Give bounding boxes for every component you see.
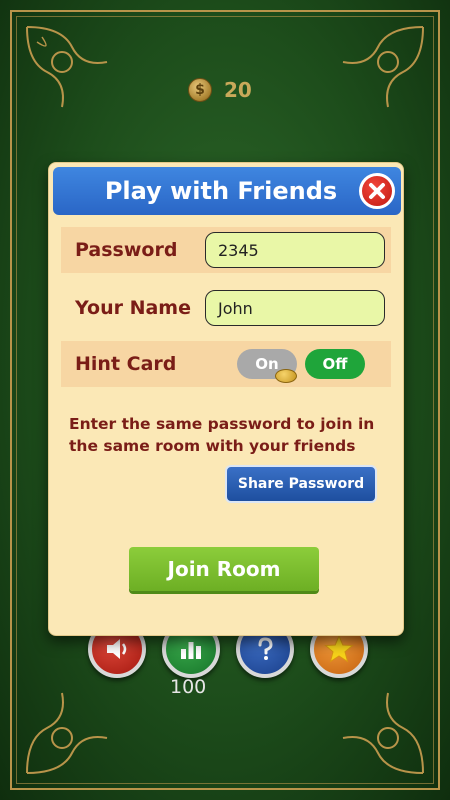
join-room-button[interactable]: Join Room (129, 547, 319, 591)
hint-card-label: Hint Card (75, 353, 177, 375)
dialog-title: Play with Friends (104, 177, 338, 205)
coin-icon (275, 369, 297, 383)
stats-count: 100 (170, 676, 207, 698)
instructions-text: Enter the same password to join in the s… (69, 415, 375, 455)
star-icon (324, 634, 354, 663)
password-field[interactable]: 2345 (205, 232, 385, 268)
password-row: Password 2345 (61, 227, 391, 273)
name-row: Your Name John (61, 285, 391, 331)
ornament-corner-icon (342, 26, 424, 108)
ornament-corner-icon (342, 692, 424, 774)
stats-icon (181, 642, 201, 659)
share-password-button[interactable]: Share Password (225, 465, 377, 503)
password-label: Password (75, 239, 178, 261)
hint-off-toggle[interactable]: Off (305, 349, 365, 379)
help-icon (258, 637, 273, 660)
coin-icon: $ (188, 78, 212, 102)
close-icon (369, 183, 385, 199)
coin-count: 20 (224, 78, 252, 102)
ornament-corner-icon (26, 692, 108, 774)
close-button[interactable] (359, 173, 395, 209)
dialog-header: Play with Friends (53, 167, 401, 215)
name-label: Your Name (75, 297, 191, 319)
name-field[interactable]: John (205, 290, 385, 326)
play-with-friends-dialog: Play with Friends Password 2345 Your Nam… (48, 162, 404, 636)
sound-icon (107, 639, 127, 659)
hint-card-row: Hint Card On Off (61, 341, 391, 387)
ornament-corner-icon (26, 26, 108, 108)
coin-counter: $ 20 (188, 78, 252, 102)
